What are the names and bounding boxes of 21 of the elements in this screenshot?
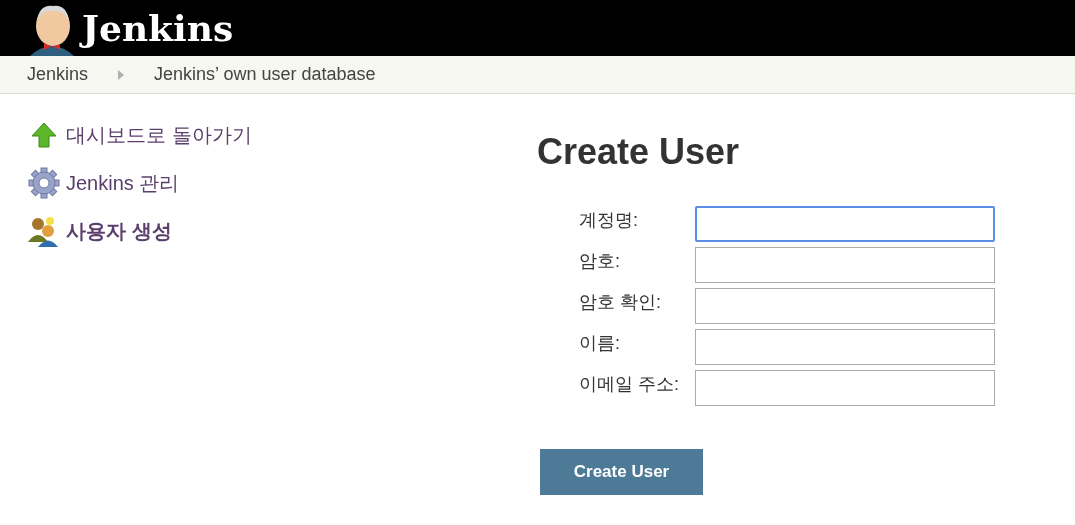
breadcrumb-link[interactable]: Jenkins’ own user database <box>154 61 376 88</box>
field-label: 이메일 주소: <box>579 373 680 396</box>
up-arrow-icon <box>30 121 58 149</box>
create-user-button[interactable]: Create User <box>540 449 703 495</box>
sidebar-link[interactable]: 사용자 생성 <box>66 216 172 246</box>
field-label: 암호 확인: <box>579 291 662 314</box>
page-title: Create User <box>537 134 741 170</box>
field-label: 이름: <box>579 332 621 355</box>
gear-icon <box>27 166 61 200</box>
input-field[interactable] <box>695 206 995 242</box>
input-field[interactable] <box>695 288 995 324</box>
input-field[interactable] <box>695 370 995 406</box>
sidebar-link[interactable]: Jenkins 관리 <box>66 168 180 198</box>
breadcrumb-link[interactable]: Jenkins <box>27 61 89 88</box>
field-label: 계정명: <box>579 209 639 232</box>
sidebar-link[interactable]: 대시보드로 돌아가기 <box>66 120 252 150</box>
input-field[interactable] <box>695 247 995 283</box>
field-label: 암호: <box>579 250 621 273</box>
input-field[interactable] <box>695 329 995 365</box>
chevron-icon <box>117 69 126 80</box>
users-icon <box>27 214 61 248</box>
